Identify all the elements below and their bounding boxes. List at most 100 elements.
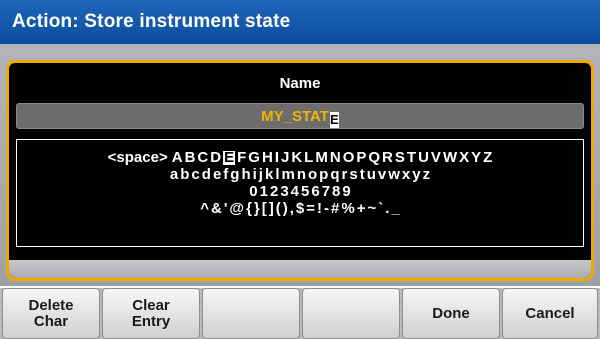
key[interactable]: , — [290, 200, 294, 217]
keyboard-row-digits: 0123456789 — [17, 183, 583, 200]
done-softkey[interactable]: Done — [402, 288, 500, 339]
key[interactable]: E — [223, 150, 236, 165]
key[interactable]: B — [185, 149, 196, 166]
key[interactable]: O — [343, 149, 355, 166]
key[interactable]: ^ — [200, 200, 209, 217]
key[interactable]: c — [191, 166, 199, 183]
key[interactable]: _ — [391, 200, 399, 217]
key[interactable]: z — [423, 166, 431, 183]
key[interactable]: <space> — [108, 149, 168, 166]
name-label: Name — [279, 75, 321, 92]
key[interactable]: ! — [317, 200, 322, 217]
key[interactable]: w — [388, 166, 400, 183]
key[interactable]: 6 — [311, 183, 319, 200]
key[interactable]: [ — [262, 200, 267, 217]
key[interactable]: b — [180, 166, 189, 183]
keyboard-row-uppercase: <space> A B C D E F G H I J K L M N O P Q R S T U V W X Y Z — [17, 149, 583, 166]
key[interactable]: f — [223, 166, 228, 183]
key[interactable]: y — [412, 166, 420, 183]
key[interactable]: h — [241, 166, 250, 183]
key[interactable]: r — [342, 166, 348, 183]
key[interactable]: l — [275, 166, 279, 183]
key[interactable]: F — [237, 149, 246, 166]
key[interactable]: # — [331, 200, 339, 217]
name-input[interactable]: MY_STATE — [16, 103, 584, 129]
key[interactable]: i — [253, 166, 257, 183]
key[interactable]: k — [265, 166, 273, 183]
cancel-softkey[interactable]: Cancel — [502, 288, 598, 339]
key[interactable]: & — [211, 200, 222, 217]
key[interactable]: p — [319, 166, 328, 183]
key[interactable]: j — [259, 166, 263, 183]
character-keyboard: <space> A B C D E F G H I J K L M N O P Q R S T U V W X Y Z abcdef… — [16, 139, 584, 247]
key[interactable]: L — [304, 149, 313, 166]
key[interactable]: M — [315, 149, 328, 166]
softkey-bar: Delete Char Clear Entry Done Cancel — [0, 288, 600, 339]
key[interactable]: U — [418, 149, 429, 166]
instrument-screen: Action: Store instrument state Name MY_S… — [0, 0, 600, 339]
delete-char-softkey[interactable]: Delete Char — [2, 288, 100, 339]
key[interactable]: P — [356, 149, 366, 166]
key[interactable]: u — [367, 166, 376, 183]
key[interactable]: x — [402, 166, 410, 183]
key[interactable]: 8 — [332, 183, 340, 200]
key[interactable]: 3 — [280, 183, 288, 200]
key[interactable]: t — [360, 166, 365, 183]
clear-entry-softkey[interactable]: Clear Entry — [102, 288, 200, 339]
key[interactable]: 7 — [322, 183, 330, 200]
key[interactable]: = — [306, 200, 315, 217]
key[interactable]: X — [459, 149, 469, 166]
key[interactable]: 1 — [260, 183, 268, 200]
key[interactable]: d — [202, 166, 211, 183]
key[interactable]: D — [210, 149, 221, 166]
key[interactable]: N — [330, 149, 341, 166]
key[interactable]: ( — [276, 200, 281, 217]
key[interactable]: G — [248, 149, 260, 166]
key[interactable]: ] — [269, 200, 274, 217]
key[interactable]: J — [281, 149, 289, 166]
key[interactable]: ~ — [367, 200, 376, 217]
key[interactable]: K — [291, 149, 302, 166]
key[interactable]: s — [349, 166, 357, 183]
key[interactable]: V — [431, 149, 441, 166]
name-input-value: MY_STAT — [261, 108, 329, 125]
blank-softkey-4[interactable] — [302, 288, 400, 339]
blank-softkey-3[interactable] — [202, 288, 300, 339]
key[interactable]: 0 — [249, 183, 257, 200]
key[interactable]: Z — [483, 149, 492, 166]
key[interactable]: ` — [378, 200, 383, 217]
key[interactable]: . — [385, 200, 389, 217]
key[interactable]: T — [407, 149, 416, 166]
key[interactable]: v — [378, 166, 386, 183]
key[interactable]: 2 — [270, 183, 278, 200]
key[interactable]: o — [308, 166, 317, 183]
key[interactable]: 4 — [291, 183, 299, 200]
key[interactable]: a — [170, 166, 178, 183]
key[interactable]: @ — [229, 200, 244, 217]
key[interactable]: S — [395, 149, 405, 166]
key[interactable]: $ — [296, 200, 304, 217]
key[interactable]: + — [357, 200, 366, 217]
key[interactable]: W — [443, 149, 457, 166]
key[interactable]: I — [275, 149, 279, 166]
key[interactable]: m — [281, 166, 294, 183]
key[interactable]: } — [254, 200, 260, 217]
key[interactable]: - — [324, 200, 329, 217]
keyboard-row-lowercase: abcdefghijklmnopqrstuvwxyz — [17, 166, 583, 183]
key[interactable]: ) — [283, 200, 288, 217]
key[interactable]: ' — [224, 200, 228, 217]
key[interactable]: q — [330, 166, 339, 183]
key[interactable]: Q — [368, 149, 380, 166]
key[interactable]: Y — [471, 149, 481, 166]
key[interactable]: e — [213, 166, 221, 183]
key[interactable]: R — [382, 149, 393, 166]
key[interactable]: 5 — [301, 183, 309, 200]
key[interactable]: n — [297, 166, 306, 183]
key[interactable]: % — [341, 200, 354, 217]
key[interactable]: 9 — [342, 183, 350, 200]
key[interactable]: C — [197, 149, 208, 166]
key[interactable]: H — [262, 149, 273, 166]
key[interactable]: { — [246, 200, 252, 217]
key[interactable]: A — [172, 149, 183, 166]
key[interactable]: g — [230, 166, 239, 183]
